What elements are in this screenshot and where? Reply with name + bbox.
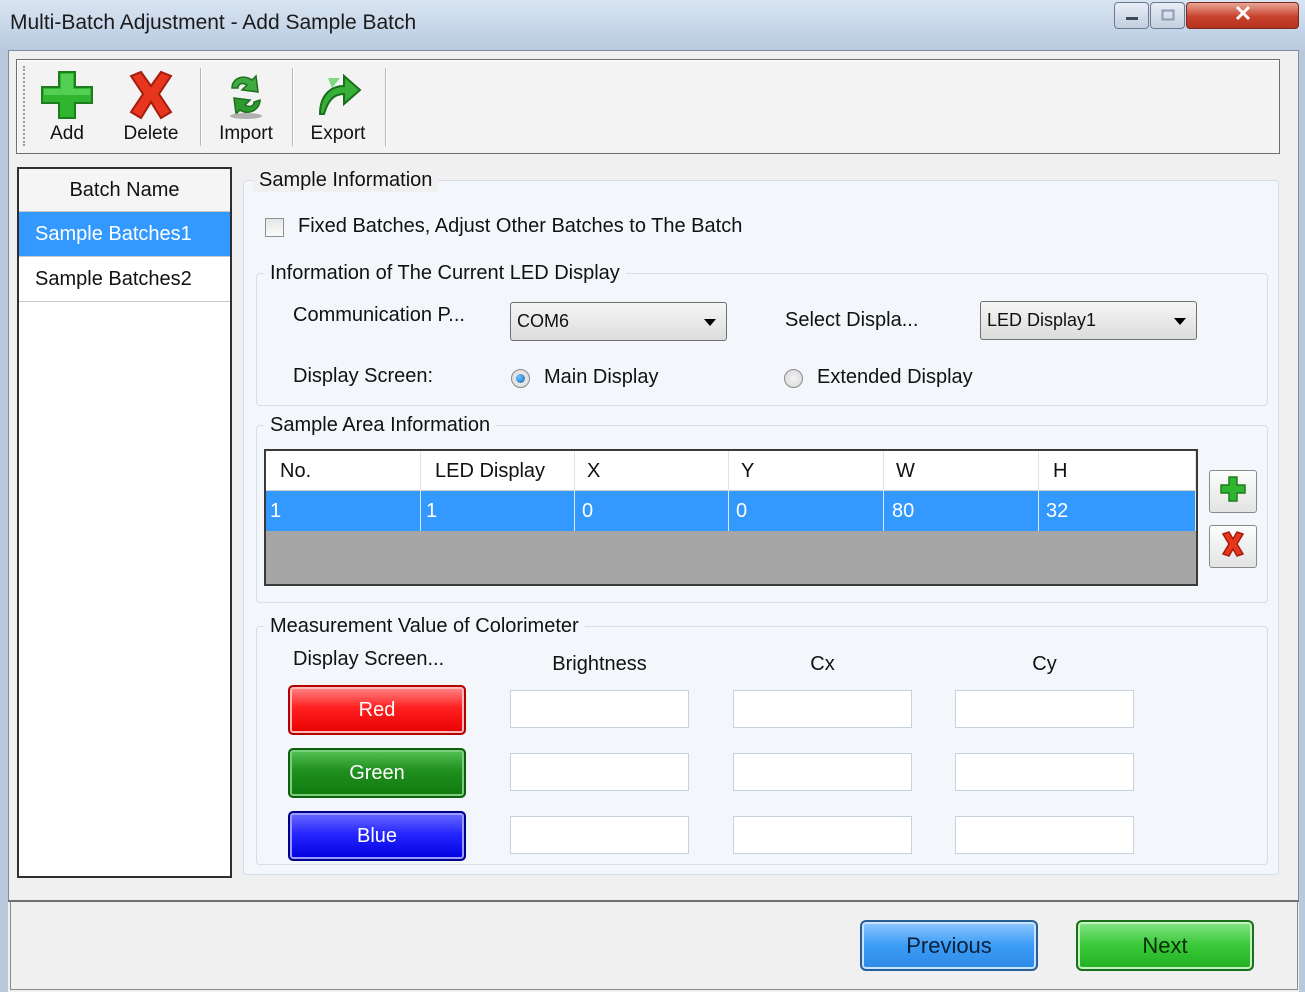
plus-icon — [40, 70, 94, 126]
add-button[interactable]: Add — [36, 64, 98, 148]
cy-header: Cy — [1032, 653, 1057, 675]
green-brightness-input[interactable] — [510, 753, 689, 791]
column-header-x[interactable]: X — [575, 451, 729, 491]
table-cell: 80 — [884, 491, 1039, 531]
red-cy-input[interactable] — [955, 690, 1134, 728]
red-cx-input[interactable] — [733, 690, 912, 728]
toolbar-separator — [385, 68, 386, 146]
import-icon — [218, 70, 274, 126]
add-label: Add — [50, 123, 84, 144]
communication-port-value: COM6 — [517, 311, 570, 331]
blue-cx-input[interactable] — [733, 816, 912, 854]
table-cell: 0 — [729, 491, 884, 531]
table-header: No. LED Display X Y W H — [266, 451, 1196, 491]
delete-button[interactable]: Delete — [112, 64, 190, 148]
export-button[interactable]: Export — [300, 64, 376, 148]
display-screen-label: Display Screen: — [293, 365, 434, 387]
export-icon — [310, 70, 366, 126]
column-header-h[interactable]: H — [1039, 451, 1196, 491]
colorimeter-title: Measurement Value of Colorimeter — [264, 615, 585, 638]
fixed-batches-label: Fixed Batches, Adjust Other Batches to T… — [298, 215, 743, 237]
blue-brightness-input[interactable] — [510, 816, 689, 854]
previous-button[interactable]: Previous — [860, 920, 1038, 971]
delete-label: Delete — [123, 123, 179, 144]
toolbar — [16, 59, 1280, 154]
toolbar-grip — [23, 66, 27, 146]
table-cell: 1 — [266, 491, 421, 531]
red-button[interactable]: Red — [288, 685, 466, 735]
delete-x-icon — [1219, 530, 1247, 564]
extended-display-radio[interactable] — [784, 369, 803, 388]
plus-icon — [1219, 475, 1247, 509]
column-header-y[interactable]: Y — [729, 451, 884, 491]
blue-cy-input[interactable] — [955, 816, 1134, 854]
red-brightness-input[interactable] — [510, 690, 689, 728]
select-display-value: LED Display1 — [987, 310, 1097, 330]
main-display-label: Main Display — [544, 366, 659, 388]
minimize-button[interactable] — [1114, 2, 1149, 29]
chevron-down-icon — [704, 319, 716, 326]
extended-display-label: Extended Display — [817, 366, 973, 388]
select-display-label: Select Displa... — [785, 309, 919, 331]
window-title: Multi-Batch Adjustment - Add Sample Batc… — [10, 11, 417, 34]
next-button[interactable]: Next — [1076, 920, 1254, 971]
batch-item-sample-batches2[interactable]: Sample Batches2 — [19, 257, 230, 302]
column-header-led-display[interactable]: LED Display — [421, 451, 575, 491]
blue-button[interactable]: Blue — [288, 811, 466, 861]
close-icon — [1234, 5, 1252, 26]
batch-name-header: Batch Name — [19, 169, 230, 212]
sample-information-title: Sample Information — [253, 169, 439, 192]
column-header-no[interactable]: No. — [266, 451, 421, 491]
table-row[interactable]: 1 1 0 0 80 32 — [266, 491, 1196, 531]
select-display-select[interactable]: LED Display1 — [980, 301, 1197, 340]
minimize-icon — [1125, 8, 1139, 24]
delete-x-icon — [123, 70, 179, 126]
toolbar-separator — [292, 68, 293, 146]
communication-port-label: Communication P... — [293, 304, 465, 326]
display-screen-header: Display Screen... — [293, 648, 445, 670]
toolbar-separator — [200, 68, 201, 146]
fixed-batches-checkbox[interactable] — [265, 218, 284, 237]
import-button[interactable]: Import — [208, 64, 284, 148]
sample-area-title: Sample Area Information — [264, 414, 497, 437]
export-label: Export — [310, 123, 366, 144]
column-header-w[interactable]: W — [884, 451, 1039, 491]
communication-port-select[interactable]: COM6 — [510, 302, 727, 341]
green-cx-input[interactable] — [733, 753, 912, 791]
close-button[interactable] — [1186, 2, 1299, 29]
table-cell: 1 — [421, 491, 575, 531]
maximize-button[interactable] — [1150, 2, 1185, 29]
delete-area-button[interactable] — [1209, 525, 1257, 568]
batch-item-sample-batches1[interactable]: Sample Batches1 — [19, 212, 230, 257]
import-label: Import — [219, 123, 273, 144]
chevron-down-icon — [1174, 318, 1186, 325]
add-area-button[interactable] — [1209, 470, 1257, 513]
maximize-icon — [1161, 8, 1175, 24]
green-cy-input[interactable] — [955, 753, 1134, 791]
table-cell: 0 — [575, 491, 729, 531]
green-button[interactable]: Green — [288, 748, 466, 798]
brightness-header: Brightness — [552, 653, 647, 675]
main-display-radio[interactable] — [511, 369, 530, 388]
cx-header: Cx — [810, 653, 835, 675]
table-cell: 32 — [1039, 491, 1196, 531]
led-display-group-title: Information of The Current LED Display — [264, 262, 626, 285]
